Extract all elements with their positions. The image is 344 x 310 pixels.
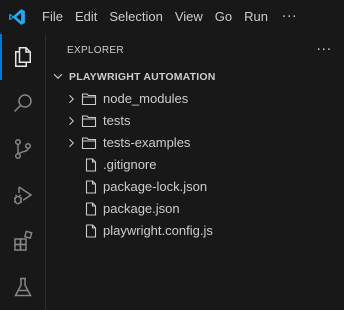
search-icon[interactable] [0,80,46,126]
tree-item-label: .gitignore [103,157,157,172]
tree-item-label: playwright.config.js [103,223,213,238]
tree-item-label: tests [103,113,131,128]
menu-edit[interactable]: Edit [69,6,103,28]
activity-bar [0,34,46,310]
explorer-icon[interactable] [0,34,46,80]
tree-item-package-lock-json[interactable]: package-lock.json [47,176,344,198]
vscode-logo-icon[interactable] [0,0,34,34]
menu-more-icon[interactable]: ··· [274,10,305,25]
menu-bar: File Edit Selection View Go Run ··· [0,0,344,34]
tree-item-tests[interactable]: tests [47,110,344,132]
workspace-title: PLAYWRIGHT AUTOMATION [69,71,216,83]
menu-view[interactable]: View [169,6,209,28]
explorer-sidebar: EXPLORER ··· PLAYWRIGHT AUTOMATION node_… [47,34,344,310]
tree-item-playwright-config-js[interactable]: playwright.config.js [47,220,344,242]
file-icon [85,202,97,219]
chevron-right-icon [65,93,77,108]
file-icon [85,158,97,175]
tree-item-gitignore[interactable]: .gitignore [47,154,344,176]
file-icon [85,224,97,241]
menu-file[interactable]: File [36,6,69,28]
tree-item-tests-examples[interactable]: tests-examples [47,132,344,154]
run-debug-icon[interactable] [0,172,46,218]
file-icon [85,180,97,197]
tree-item-label: tests-examples [103,135,191,150]
folder-icon [81,136,97,153]
explorer-header: EXPLORER ··· [47,34,344,66]
tree-item-label: node_modules [103,91,189,106]
chevron-down-icon [51,68,65,87]
folder-icon [81,114,97,131]
workspace-section-header[interactable]: PLAYWRIGHT AUTOMATION [47,66,344,88]
menu-selection[interactable]: Selection [103,6,168,28]
tree-item-label: package-lock.json [103,179,208,194]
extensions-icon[interactable] [0,218,46,264]
testing-icon[interactable] [0,264,46,310]
chevron-right-icon [65,137,77,152]
file-tree: node_modules tests tests-examples .gitig… [47,88,344,242]
tree-item-node-modules[interactable]: node_modules [47,88,344,110]
menu-go[interactable]: Go [209,6,238,28]
menu-run[interactable]: Run [238,6,274,28]
chevron-right-icon [65,115,77,130]
explorer-title: EXPLORER [67,44,124,56]
folder-icon [81,92,97,109]
source-control-icon[interactable] [0,126,46,172]
tree-item-package-json[interactable]: package.json [47,198,344,220]
explorer-more-icon[interactable]: ··· [317,43,332,58]
tree-item-label: package.json [103,201,180,216]
